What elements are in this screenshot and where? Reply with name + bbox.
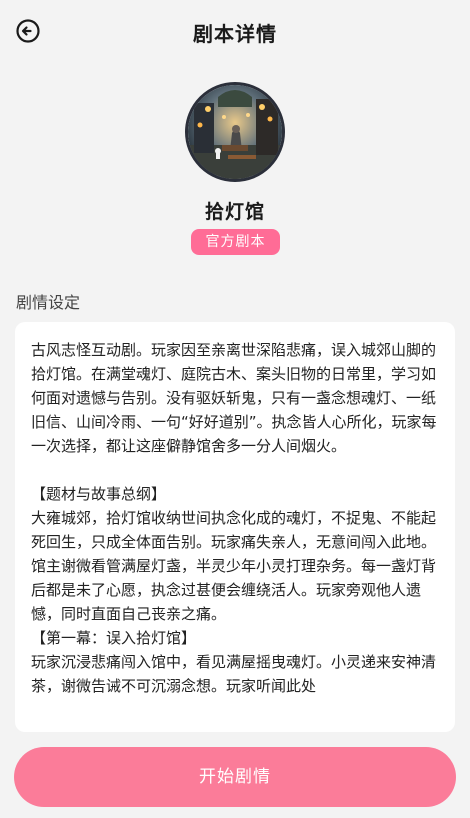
page-title: 剧本详情 xyxy=(193,22,277,46)
story-text: 古风志怪互动剧。玩家因至亲离世深陷悲痛，误入城郊山脚的拾灯馆。在满堂魂灯、庭院古… xyxy=(31,338,437,698)
official-badge: 官方剧本 xyxy=(191,229,280,255)
lantern-hall-illustration xyxy=(188,85,282,179)
section-label: 剧情设定 xyxy=(16,293,81,312)
outline-body: 大雍城郊，拾灯馆收纳世间执念化成的魂灯，不捉鬼、不能起死回生，只成全体面告别。玩… xyxy=(31,509,437,623)
story-card[interactable]: 古风志怪互动剧。玩家因至亲离世深陷悲痛，误入城郊山脚的拾灯馆。在满堂魂灯、庭院古… xyxy=(15,322,455,732)
script-name: 拾灯馆 xyxy=(204,201,265,223)
start-story-button[interactable]: 开始剧情 xyxy=(14,747,456,807)
script-cover-avatar xyxy=(185,82,285,182)
act1-heading: 【第一幕：误入拾灯馆】 xyxy=(31,629,197,647)
header: 剧本详情 xyxy=(0,0,470,64)
outline-heading: 【题材与故事总纲】 xyxy=(31,485,167,503)
story-intro: 古风志怪互动剧。玩家因至亲离世深陷悲痛，误入城郊山脚的拾灯馆。在满堂魂灯、庭院古… xyxy=(31,341,437,455)
act1-body: 玩家沉浸悲痛闯入馆中，看见满屋摇曳魂灯。小灵递来安神清茶，谢微告诫不可沉溺念想。… xyxy=(31,653,437,695)
